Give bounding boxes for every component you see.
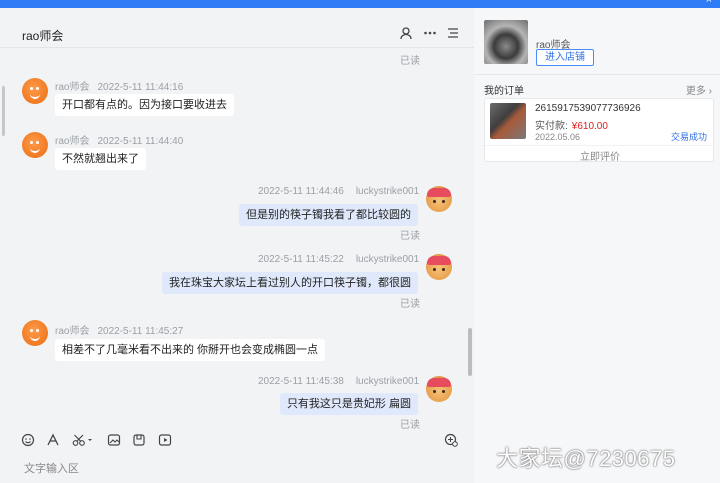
orders-more-link[interactable]: 更多 › [686, 82, 712, 97]
order-id: 2615917539077736926 [535, 103, 641, 114]
read-status: 已读 [400, 56, 420, 67]
chat-title: rao师会 [22, 29, 64, 43]
sender-name: luckystrike001 [355, 186, 420, 197]
scrollbar-left[interactable] [2, 86, 5, 136]
order-date: 2022.05.06 [535, 132, 581, 142]
chat-header: rao师会 [0, 8, 474, 48]
divider [474, 74, 720, 75]
message-time: 2022-5-11 11:44:16 [97, 82, 184, 93]
enter-shop-button[interactable]: 进入店铺 [536, 49, 594, 66]
message-time: 2022-5-11 11:44:46 [258, 186, 344, 197]
message-time: 2022-5-11 11:45:27 [97, 326, 184, 337]
message-bubble[interactable]: 相差不了几毫米看不出来的 你掰开也会变成椭圆一点 [55, 339, 326, 361]
avatar[interactable] [426, 254, 452, 280]
orders-title: 我的订单 [484, 86, 524, 97]
message-bubble[interactable]: 只有我这只是贵妃形 扁圆 [279, 393, 418, 415]
chat-panel: rao师会 已读 rao师会 2022-5-11 11:44:16 开口都有点的。… [0, 8, 474, 483]
message-bubble[interactable]: 不然就翘出来了 [55, 148, 146, 170]
read-status: 已读 [400, 231, 420, 242]
avatar[interactable] [22, 320, 48, 346]
order-price: ¥610.00 [571, 121, 608, 132]
sender-name: luckystrike001 [355, 376, 420, 387]
sender-name: rao师会 [55, 136, 90, 147]
emoji-icon[interactable] [20, 433, 36, 449]
window-title-bar: × [0, 0, 720, 8]
avatar[interactable] [426, 186, 452, 212]
read-status: 已读 [400, 299, 420, 310]
shop-thumbnail[interactable] [484, 20, 528, 64]
message-time: 2022-5-11 11:45:38 [258, 376, 344, 387]
menu-icon[interactable] [445, 26, 461, 42]
message-bubble[interactable]: 我在珠宝大家坛上看过别人的开口筷子镯，都很圆 [162, 272, 418, 294]
message-meta: 2022-5-11 11:45:38 luckystrike001 [258, 376, 420, 387]
review-button[interactable]: 立即评价 [485, 145, 715, 163]
order-card[interactable]: 2615917539077736926 实付款: ¥610.00 2022.05.… [484, 98, 715, 163]
order-thumbnail[interactable] [490, 103, 526, 139]
message-time: 2022-5-11 11:45:22 [258, 254, 344, 265]
scrollbar-thumb[interactable] [468, 328, 472, 376]
message-meta: rao师会 2022-5-11 11:44:40 [55, 132, 183, 147]
message-meta: 2022-5-11 11:45:22 luckystrike001 [258, 254, 420, 265]
person-icon[interactable] [398, 26, 414, 42]
message-bubble[interactable]: 但是别的筷子镯我看了都比较圆的 [239, 204, 418, 226]
watermark: 大家坛@7230675 [496, 446, 676, 471]
avatar[interactable] [426, 376, 452, 402]
scissors-icon[interactable] [71, 433, 95, 449]
message-input[interactable]: 文字输入区 [24, 460, 79, 476]
settings-icon[interactable] [443, 433, 459, 449]
video-icon[interactable] [157, 433, 173, 449]
image-icon[interactable] [106, 433, 122, 449]
message-meta: rao师会 2022-5-11 11:45:27 [55, 322, 183, 337]
sender-name: rao师会 [55, 326, 90, 337]
sender-name: luckystrike001 [355, 254, 420, 265]
order-status[interactable]: 交易成功 [671, 130, 707, 143]
font-icon[interactable] [45, 433, 61, 449]
message-meta: rao师会 2022-5-11 11:44:16 [55, 78, 183, 93]
message-bubble[interactable]: 开口都有点的。因为接口要收进去 [55, 94, 234, 116]
message-meta: 2022-5-11 11:44:46 luckystrike001 [258, 186, 420, 197]
order-sidebar: rao师会 进入店铺 我的订单 更多 › 2615917539077736926… [474, 8, 720, 483]
more-icon[interactable] [422, 26, 438, 42]
avatar[interactable] [22, 132, 48, 158]
avatar[interactable] [22, 78, 48, 104]
shop-card: rao师会 进入店铺 [484, 16, 712, 76]
message-time: 2022-5-11 11:44:40 [97, 136, 184, 147]
close-icon[interactable]: × [706, 0, 712, 6]
sender-name: rao师会 [55, 82, 90, 93]
file-icon[interactable] [131, 433, 147, 449]
order-payment: 实付款: ¥610.00 [535, 117, 608, 132]
paid-label: 实付款: [535, 121, 568, 132]
